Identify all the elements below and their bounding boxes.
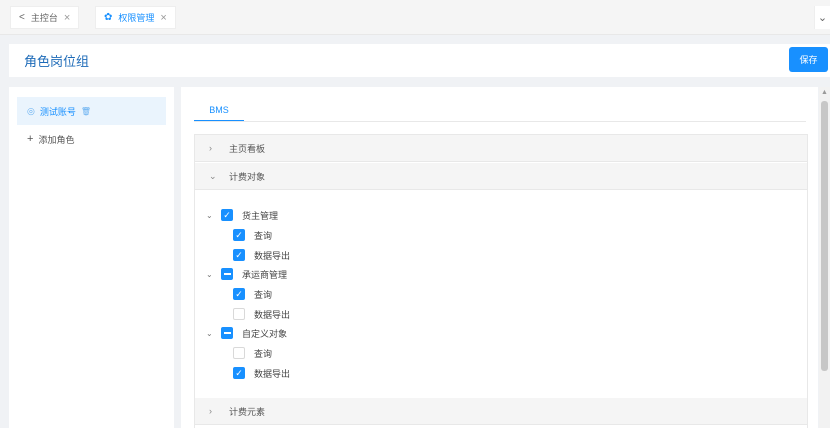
checkbox[interactable] [233, 347, 245, 359]
node-label: 货主管理 [242, 210, 279, 221]
tree-leaf[interactable]: 数据导出 [233, 306, 290, 322]
chevron-down-icon[interactable]: ⌄ [814, 6, 830, 29]
checkbox[interactable] [233, 308, 245, 320]
tree-leaf[interactable]: ✓ 查询 [233, 286, 272, 302]
tree-node[interactable]: ⌄ ✓ 货主管理 [206, 207, 278, 223]
tree-leaf[interactable]: ✓ 数据导出 [233, 365, 290, 381]
add-role-label: 添加角色 [38, 134, 75, 145]
tab-dashboard[interactable]: < 主控台 × [10, 6, 80, 29]
role-item-selected[interactable]: ◎ 测试账号 🗑 [17, 97, 166, 125]
section-header[interactable]: › 计费元素 [195, 398, 807, 425]
scroll-up-icon[interactable]: ▲ [821, 89, 828, 96]
leaf-label: 数据导出 [254, 309, 291, 320]
node-label: 承运商管理 [242, 269, 288, 280]
chevron-down-icon[interactable]: ⌄ [206, 270, 216, 279]
checkbox[interactable]: ✓ [233, 367, 245, 379]
leaf-label: 数据导出 [254, 368, 291, 379]
tab-label: 主控台 [30, 13, 58, 23]
chevron-right-icon: › [209, 143, 212, 153]
add-role-button[interactable]: + 添加角色 [17, 125, 166, 153]
page-header: 角色岗位组 保存 [9, 44, 830, 77]
tab-divider [194, 121, 806, 122]
radio-icon: ◎ [27, 105, 35, 116]
node-label: 自定义对象 [242, 328, 288, 339]
tree-node[interactable]: ⌄ 承运商管理 [206, 266, 287, 282]
section-header[interactable]: ⌄ 计费对象 [195, 163, 807, 190]
checkbox[interactable]: ✓ [233, 288, 245, 300]
scrollbar[interactable]: ▲ [819, 87, 830, 428]
save-button[interactable]: 保存 [789, 47, 828, 72]
tab-label: 权限管理 [118, 13, 155, 23]
leaf-label: 查询 [254, 230, 273, 241]
close-icon[interactable]: × [64, 12, 70, 24]
chevron-down-icon: ⌄ [209, 170, 217, 181]
leaf-label: 查询 [254, 289, 273, 300]
page-title: 角色岗位组 [24, 54, 90, 69]
tree-leaf[interactable]: ✓ 查询 [233, 227, 272, 243]
checkbox[interactable]: ✓ [233, 249, 245, 261]
chevron-right-icon: › [209, 406, 212, 416]
section-header[interactable]: › 主页看板 [195, 135, 807, 162]
tab-bms[interactable]: BMS [194, 103, 244, 122]
tab-bar: < 主控台 × ✿ 权限管理 × ⌄ [0, 0, 830, 35]
role-list-panel: ◎ 测试账号 🗑 + 添加角色 [9, 87, 174, 428]
permission-collapse: › 主页看板 ⌄ 计费对象 ⌄ ✓ 货主管理 ✓ 查询 ✓ 数据导出 ⌄ 承运商… [194, 134, 808, 428]
section-label: 主页看板 [229, 143, 266, 154]
chevron-down-icon[interactable]: ⌄ [206, 211, 216, 220]
gear-icon: ✿ [104, 12, 113, 23]
share-icon: < [19, 12, 25, 23]
chevron-down-icon[interactable]: ⌄ [206, 329, 216, 338]
section-label: 计费对象 [229, 171, 266, 182]
scrollbar-thumb[interactable] [821, 101, 828, 371]
checkbox[interactable]: ✓ [233, 229, 245, 241]
tree-leaf[interactable]: ✓ 数据导出 [233, 247, 290, 263]
tree-node[interactable]: ⌄ 自定义对象 [206, 325, 287, 341]
checkbox[interactable] [221, 327, 233, 339]
close-icon[interactable]: × [160, 12, 166, 24]
tree-leaf[interactable]: 查询 [233, 345, 272, 361]
leaf-label: 查询 [254, 348, 273, 359]
checkbox[interactable]: ✓ [221, 209, 233, 221]
tab-permissions[interactable]: ✿ 权限管理 × [95, 6, 176, 29]
plus-icon: + [27, 133, 34, 145]
section-label: 计费元素 [229, 406, 266, 417]
checkbox[interactable] [221, 268, 233, 280]
role-label: 测试账号 [39, 106, 76, 117]
leaf-label: 数据导出 [254, 250, 291, 261]
permission-panel: BMS › 主页看板 ⌄ 计费对象 ⌄ ✓ 货主管理 ✓ 查询 ✓ 数据导出 ⌄ [181, 87, 818, 428]
delete-icon[interactable]: 🗑 [81, 107, 91, 116]
